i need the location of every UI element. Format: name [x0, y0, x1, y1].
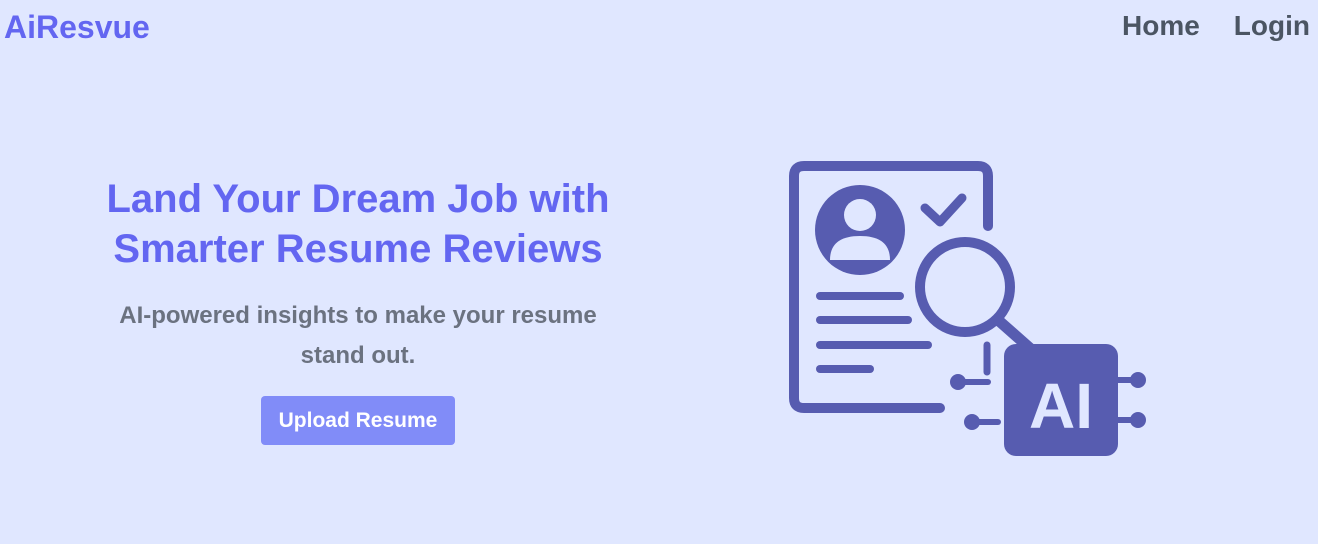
hero-title-line-1: Land Your Dream Job with	[106, 177, 610, 221]
ai-chip-label: AI	[1029, 370, 1093, 442]
upload-resume-button[interactable]: Upload Resume	[261, 396, 455, 445]
resume-ai-illustration-svg: AI	[789, 161, 1146, 456]
nav-link-home[interactable]: Home	[1122, 10, 1200, 42]
hero-title-line-2: Smarter Resume Reviews	[113, 227, 603, 271]
hero-title: Land Your Dream Job with Smarter Resume …	[58, 174, 658, 274]
nav-link-login[interactable]: Login	[1234, 10, 1310, 42]
navbar: AiResvue Home Login	[0, 0, 1318, 56]
hero-text: Land Your Dream Job with Smarter Resume …	[58, 174, 658, 445]
nav-links: Home Login	[1122, 10, 1310, 42]
brand-logo[interactable]: AiResvue	[4, 9, 150, 46]
hero-subtitle: AI-powered insights to make your resume …	[119, 302, 597, 369]
resume-ai-review-icon: AI	[780, 150, 1160, 470]
